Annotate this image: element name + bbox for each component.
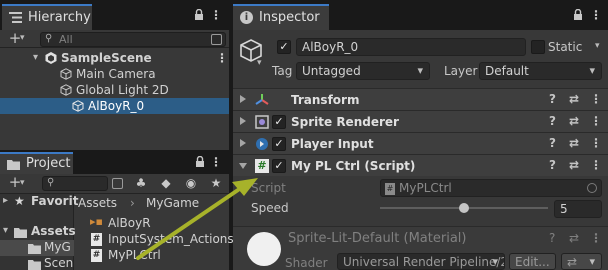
annotation-arrow: [136, 178, 258, 260]
